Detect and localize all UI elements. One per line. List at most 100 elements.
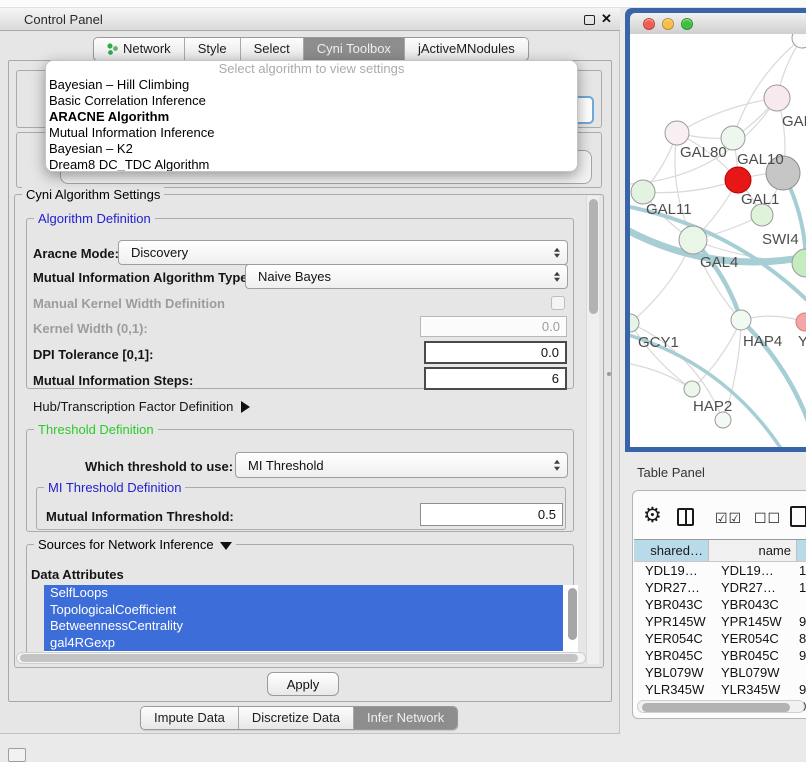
- hub-definition-toggle[interactable]: Hub/Transcription Factor Definition: [33, 399, 250, 414]
- tab-impute-data[interactable]: Impute Data: [141, 707, 239, 729]
- table-cell: YBR043C: [634, 596, 709, 613]
- deselect-all-icon[interactable]: ☐☐: [754, 511, 781, 527]
- mi-type-label: Mutual Information Algorithm Type:: [33, 270, 252, 285]
- panel-dock-icon[interactable]: [8, 748, 26, 762]
- list-scrollbar-thumb[interactable]: [568, 588, 577, 640]
- algorithm-definition-title: Algorithm Definition: [34, 211, 155, 226]
- attribute-item[interactable]: SelfLoops: [44, 585, 563, 602]
- table-cell: 9.: [797, 647, 806, 664]
- kernel-width-field[interactable]: 0.0: [420, 316, 567, 337]
- bottom-tabstrip: Impute DataDiscretize DataInfer Network: [140, 706, 458, 730]
- aracne-mode-select[interactable]: Discovery: [118, 240, 568, 265]
- mi-threshold-group-title: MI Threshold Definition: [44, 480, 185, 495]
- which-threshold-value: MI Threshold: [248, 458, 324, 473]
- table-body: YDL19…YDL19…13YDR27…YDR27…12YBR043CYBR04…: [634, 562, 806, 715]
- network-node[interactable]: [796, 313, 806, 331]
- table-row[interactable]: YDL19…YDL19…13: [634, 562, 806, 579]
- column-header[interactable]: shared…: [634, 540, 709, 561]
- scrollbar-thumb[interactable]: [642, 703, 790, 712]
- attribute-item[interactable]: gal4RGexp: [44, 635, 563, 652]
- close-light-icon[interactable]: [643, 18, 655, 30]
- network-node[interactable]: [725, 167, 751, 193]
- table-cell: YER054C: [634, 630, 709, 647]
- table-row[interactable]: YBR045CYBR045C9.: [634, 647, 806, 664]
- table-cell: 12: [797, 579, 806, 596]
- dpi-tolerance-field[interactable]: 0.0: [424, 341, 567, 364]
- algorithm-option[interactable]: Mutual Information Inference: [46, 125, 577, 141]
- algorithm-option[interactable]: ARACNE Algorithm: [46, 109, 577, 125]
- table-cell: YDR27…: [709, 579, 797, 596]
- network-node[interactable]: [684, 381, 700, 397]
- network-window-titlebar[interactable]: [630, 13, 806, 34]
- zoom-light-icon[interactable]: [681, 18, 693, 30]
- attribute-item[interactable]: BetweennessCentrality: [44, 618, 563, 635]
- minimize-light-icon[interactable]: [662, 18, 674, 30]
- stepper-arrows-icon: [554, 271, 560, 282]
- network-edge[interactable]: [630, 364, 692, 389]
- table-row[interactable]: YDR27…YDR27…12: [634, 579, 806, 596]
- network-node[interactable]: [792, 249, 806, 277]
- table-cell: YBR045C: [634, 647, 709, 664]
- column-header[interactable]: [797, 540, 806, 561]
- tab-infer-network[interactable]: Infer Network: [354, 707, 457, 729]
- screen: Control Panel ✕ NetworkStyleSelectCyni T…: [0, 0, 806, 762]
- table-row[interactable]: YLR345WYLR345W9.: [634, 681, 806, 698]
- network-node[interactable]: [731, 310, 751, 330]
- algorithm-option[interactable]: Bayesian – Hill Climbing: [46, 77, 577, 93]
- network-node[interactable]: [792, 34, 806, 48]
- table-cell: YER054C: [709, 630, 797, 647]
- split-pane-handle[interactable]: [607, 372, 611, 376]
- tab-label: jActiveMNodules: [418, 38, 515, 60]
- node-label: GAL80: [680, 144, 727, 161]
- network-node[interactable]: [679, 226, 707, 254]
- network-node[interactable]: [764, 85, 790, 111]
- mi-threshold-field[interactable]: 0.5: [420, 503, 563, 526]
- node-label: GAL4: [700, 254, 738, 271]
- network-edge[interactable]: [630, 98, 777, 184]
- table-horizontal-scrollbar[interactable]: [637, 700, 805, 713]
- network-edge[interactable]: [643, 180, 738, 193]
- network-node[interactable]: [665, 121, 689, 145]
- tab-network[interactable]: Network: [94, 38, 185, 60]
- tab-style[interactable]: Style: [185, 38, 241, 60]
- mi-type-select[interactable]: Naive Bayes: [245, 264, 568, 289]
- algorithm-option[interactable]: Basic Correlation Inference: [46, 93, 577, 109]
- column-header[interactable]: name: [709, 540, 797, 561]
- stepper-arrows-icon: [554, 247, 560, 258]
- network-canvas[interactable]: GALGAL80GAL10GAL11GAL1SWI4GAL4GCY1HAP4YH…: [630, 34, 806, 447]
- tab-cyni-toolbox[interactable]: Cyni Toolbox: [304, 38, 405, 60]
- table-cell: YBR043C: [709, 596, 797, 613]
- table-cell: [797, 664, 806, 681]
- scrollbar-thumb[interactable]: [589, 199, 598, 314]
- split-pane-icon[interactable]: [677, 508, 694, 526]
- settings-vertical-scrollbar[interactable]: [586, 196, 599, 664]
- float-window-icon[interactable]: [584, 15, 595, 25]
- mi-threshold-label: Mutual Information Threshold:: [46, 509, 234, 524]
- attribute-item[interactable]: TopologicalCoefficient: [44, 602, 563, 619]
- data-attributes-listbox: SelfLoopsTopologicalCoefficientBetweenne…: [44, 585, 578, 655]
- node-label: GCY1: [638, 334, 679, 351]
- network-canvas-svg: GALGAL80GAL10GAL11GAL1SWI4GAL4GCY1HAP4YH…: [630, 34, 806, 447]
- mi-steps-field[interactable]: 6: [424, 367, 567, 390]
- document-icon[interactable]: [790, 506, 806, 527]
- node-label: HAP2: [693, 398, 732, 415]
- tab-jactivemnodules[interactable]: jActiveMNodules: [405, 38, 528, 60]
- algorithm-option[interactable]: Bayesian – K2: [46, 141, 577, 157]
- tab-discretize-data[interactable]: Discretize Data: [239, 707, 354, 729]
- table-row[interactable]: YPR145WYPR145W9.: [634, 613, 806, 630]
- select-all-icon[interactable]: ☑☑: [715, 511, 742, 527]
- tab-select[interactable]: Select: [241, 38, 304, 60]
- close-panel-icon[interactable]: ✕: [601, 11, 612, 27]
- table-row[interactable]: YER054CYER054C8.: [634, 630, 806, 647]
- which-threshold-select[interactable]: MI Threshold: [235, 452, 568, 478]
- table-row[interactable]: YBR043CYBR043C: [634, 596, 806, 613]
- scrollbar-thumb[interactable]: [20, 654, 578, 662]
- table-cell: YLR345W: [709, 681, 797, 698]
- table-cell: YDL19…: [634, 562, 709, 579]
- manual-kernel-checkbox[interactable]: [551, 296, 565, 310]
- table-row[interactable]: YBL079WYBL079W: [634, 664, 806, 681]
- settings-horizontal-scrollbar[interactable]: [16, 652, 586, 664]
- settings-gear-icon[interactable]: ⚙: [643, 505, 662, 526]
- apply-button[interactable]: Apply: [267, 672, 339, 696]
- algorithm-option[interactable]: Dream8 DC_TDC Algorithm: [46, 157, 577, 172]
